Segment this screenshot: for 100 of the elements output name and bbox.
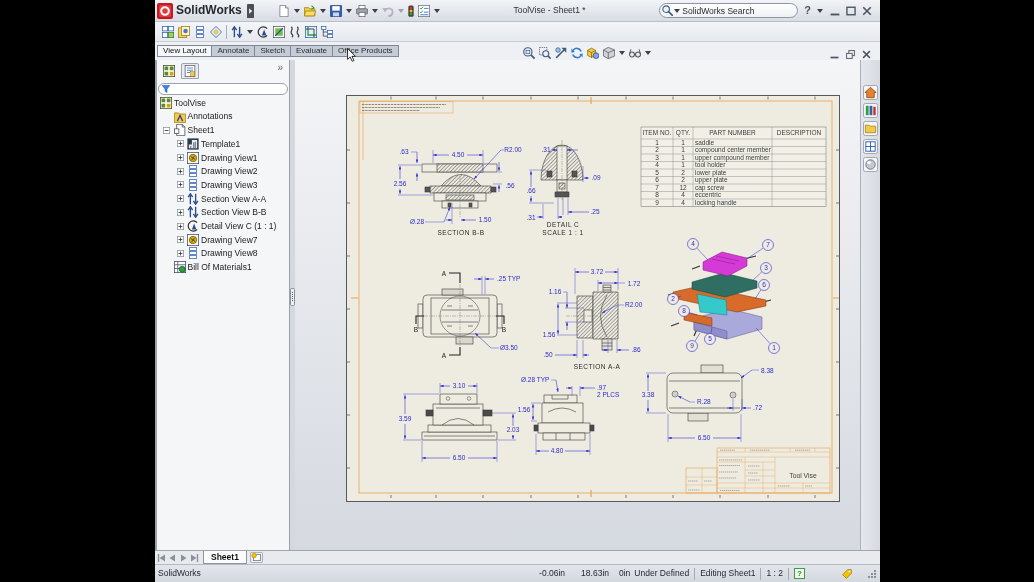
expand-icon[interactable] bbox=[176, 167, 184, 175]
command-tab[interactable]: Sketch bbox=[254, 45, 291, 57]
sphere-icon[interactable] bbox=[863, 157, 878, 172]
magnifier-icon[interactable] bbox=[523, 47, 535, 59]
stacked-boxes-icon[interactable] bbox=[194, 25, 206, 38]
stepped-tile-icon bbox=[187, 137, 199, 150]
caret-icon[interactable] bbox=[371, 8, 378, 13]
tree-item[interactable]: ToolVise bbox=[174, 97, 206, 108]
tree-item[interactable]: Section View A-A bbox=[201, 193, 267, 204]
resize-grip-icon[interactable] bbox=[868, 569, 876, 578]
caret-icon[interactable] bbox=[674, 8, 681, 13]
expand-icon[interactable] bbox=[176, 181, 184, 189]
wavy-lines-icon[interactable] bbox=[289, 25, 301, 38]
printer-icon[interactable] bbox=[355, 4, 368, 17]
command-tab[interactable]: Evaluate bbox=[289, 45, 334, 57]
checklist-icon[interactable] bbox=[417, 4, 430, 17]
drawing-grid-icon bbox=[160, 96, 172, 109]
sheet-scale: 1 : 2 bbox=[766, 568, 783, 579]
close-icon[interactable] bbox=[862, 5, 872, 16]
tree-item[interactable]: Annotations bbox=[187, 111, 233, 122]
search-field[interactable]: SolidWorks Search bbox=[659, 3, 799, 18]
help-button[interactable]: ? bbox=[794, 568, 805, 579]
grid-boxes-icon[interactable] bbox=[162, 25, 174, 38]
page-dot-icon[interactable] bbox=[249, 552, 263, 563]
command-tab[interactable]: Annotate bbox=[211, 45, 256, 57]
caret-icon[interactable] bbox=[619, 51, 625, 55]
tree-item[interactable]: Template1 bbox=[201, 138, 241, 149]
caret-icon[interactable] bbox=[247, 29, 253, 34]
caret-icon[interactable] bbox=[319, 8, 326, 13]
logo-icon[interactable] bbox=[157, 2, 173, 19]
circle-arc-icon bbox=[187, 220, 199, 233]
stacked-boxes-icon bbox=[187, 247, 199, 260]
collapse-toggle[interactable]: » bbox=[277, 63, 283, 73]
tree-item[interactable]: Drawing View2 bbox=[201, 166, 258, 177]
previous-arrow-icon[interactable] bbox=[168, 553, 177, 563]
traffic-light-icon[interactable] bbox=[407, 4, 414, 17]
page-stack-icon[interactable] bbox=[178, 25, 190, 38]
cube-icon[interactable] bbox=[603, 47, 615, 59]
expand-icon[interactable] bbox=[176, 208, 184, 216]
tree-item[interactable]: Section View B-B bbox=[201, 207, 267, 218]
cube-sphere-icon[interactable] bbox=[587, 47, 599, 59]
tree-item[interactable]: Bill Of Materials1 bbox=[187, 262, 252, 273]
books-icon[interactable] bbox=[863, 103, 878, 118]
panel-tab[interactable] bbox=[160, 63, 178, 79]
drawing-grid-icon bbox=[163, 65, 175, 77]
help-button[interactable]: ? bbox=[804, 5, 811, 16]
window-title: ToolVise - Sheet1 * bbox=[513, 5, 586, 16]
expand-icon[interactable] bbox=[176, 154, 184, 162]
up-down-arrows-icon[interactable] bbox=[231, 25, 243, 38]
close-icon[interactable] bbox=[862, 49, 871, 59]
tree-item[interactable]: Drawing View3 bbox=[201, 179, 258, 191]
y-coordinate: 18.63in bbox=[581, 568, 609, 579]
app-name: SolidWorks bbox=[176, 3, 242, 18]
caret-icon[interactable] bbox=[293, 8, 300, 13]
expand-icon[interactable] bbox=[176, 222, 184, 230]
collapse-icon[interactable] bbox=[163, 126, 170, 134]
framed-square-icon[interactable] bbox=[273, 25, 285, 38]
caret-icon[interactable] bbox=[817, 8, 823, 13]
up-down-arrows-icon bbox=[187, 192, 199, 205]
tree-item[interactable]: Detail View C (1 : 1) bbox=[201, 220, 277, 232]
expand-icon[interactable] bbox=[176, 195, 184, 203]
z-coordinate: 0in bbox=[619, 568, 631, 579]
expand-icon[interactable] bbox=[176, 140, 184, 148]
minimize-icon[interactable] bbox=[830, 12, 840, 16]
rotate-arrows-icon[interactable] bbox=[571, 47, 583, 59]
caret-icon[interactable] bbox=[345, 8, 352, 13]
next-arrow-icon[interactable] bbox=[179, 553, 188, 563]
sheet-icon bbox=[173, 124, 186, 137]
stacked-boxes-icon bbox=[187, 165, 199, 178]
expand-icon[interactable] bbox=[176, 236, 184, 244]
glasses-icon[interactable] bbox=[629, 47, 641, 59]
tree-diagram-icon[interactable] bbox=[321, 25, 333, 38]
tree-item[interactable]: Drawing View1 bbox=[201, 152, 258, 163]
panel-tab[interactable] bbox=[181, 63, 199, 79]
x-coordinate: -0.06in bbox=[539, 568, 566, 579]
command-tab[interactable]: View Layout bbox=[157, 45, 213, 57]
folder-icon bbox=[173, 110, 186, 123]
sheet-tab[interactable]: Sheet1 bbox=[203, 551, 247, 564]
splitter-handle[interactable] bbox=[290, 288, 295, 306]
arrow-icon[interactable] bbox=[555, 47, 567, 59]
expand-icon[interactable] bbox=[176, 249, 184, 257]
tree-item[interactable]: Drawing View7 bbox=[201, 234, 258, 245]
maximize-icon[interactable] bbox=[846, 5, 856, 16]
caret-icon[interactable] bbox=[645, 51, 651, 55]
grid-page-icon[interactable] bbox=[863, 139, 878, 154]
crop-frame-icon[interactable] bbox=[305, 25, 317, 38]
house-icon[interactable] bbox=[863, 85, 878, 100]
restore-icon[interactable] bbox=[846, 49, 855, 59]
last-arrow-icon[interactable] bbox=[190, 553, 199, 563]
search-icon[interactable] bbox=[662, 5, 674, 16]
filter-field[interactable] bbox=[158, 83, 288, 95]
magnifier-frame-icon[interactable] bbox=[539, 47, 551, 59]
caret-icon[interactable] bbox=[433, 8, 440, 13]
circle-arc-icon[interactable] bbox=[257, 25, 269, 38]
tree-item[interactable]: Drawing View8 bbox=[201, 248, 258, 259]
editing-status: Editing Sheet1 bbox=[700, 568, 756, 579]
first-arrow-icon[interactable] bbox=[157, 553, 166, 563]
save-icon[interactable] bbox=[329, 4, 342, 17]
stacked-boxes-icon bbox=[187, 178, 199, 191]
tree-item[interactable]: Sheet1 bbox=[187, 125, 215, 136]
